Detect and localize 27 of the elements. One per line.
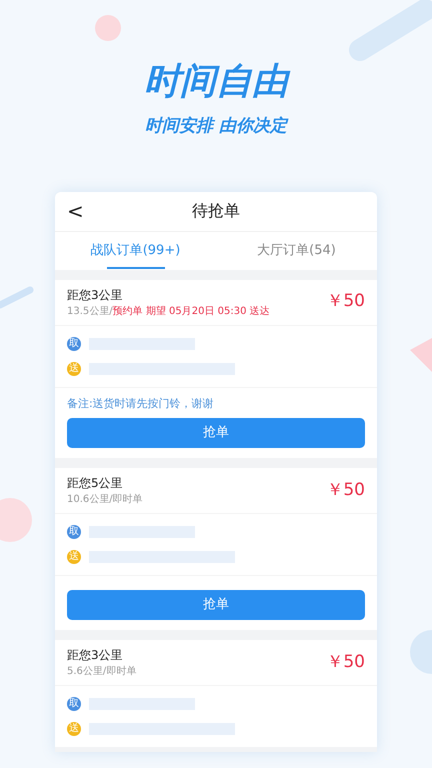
tab[interactable]: 大厅订单(54) [216,232,377,270]
price: ￥50 [326,478,365,502]
delivery-badge: 送 [67,722,81,736]
order-detail: 10.6公里/即时单 [67,492,143,507]
grab-order-button[interactable]: 抢单 [67,590,365,620]
distance-text: 距您3公里 [67,647,124,664]
tab[interactable]: 战队订单(99+) [55,232,216,270]
price: ￥50 [326,650,365,674]
delivery-badge: 送 [67,550,81,564]
decorative-triangle [410,338,432,372]
decorative-stripe [0,286,34,308]
pickup-badge: 取 [67,525,81,539]
order-detail: 13.5公里/预约单 期望 05月20日 05:30 送达 [67,304,270,318]
back-button[interactable]: < [67,201,84,221]
pickup-badge: 取 [67,336,81,350]
order-detail: 5.6公里/即时单 [67,664,136,679]
price: ￥50 [326,290,365,314]
delivery-badge: 送 [67,362,81,376]
subheadline: 时间安排 由你决定 [145,115,287,138]
headline: 时间自由 [144,64,288,100]
grab-order-button[interactable]: 抢单 [67,418,365,448]
decorative-circle [95,15,121,41]
distance-text: 距您3公里 [67,286,124,304]
pickup-badge: 取 [67,697,81,711]
distance-text: 距您5公里 [67,475,124,492]
page-title: 待抢单 [192,200,240,222]
order-note: 备注:送货时请先按门铃，谢谢 [67,396,215,412]
